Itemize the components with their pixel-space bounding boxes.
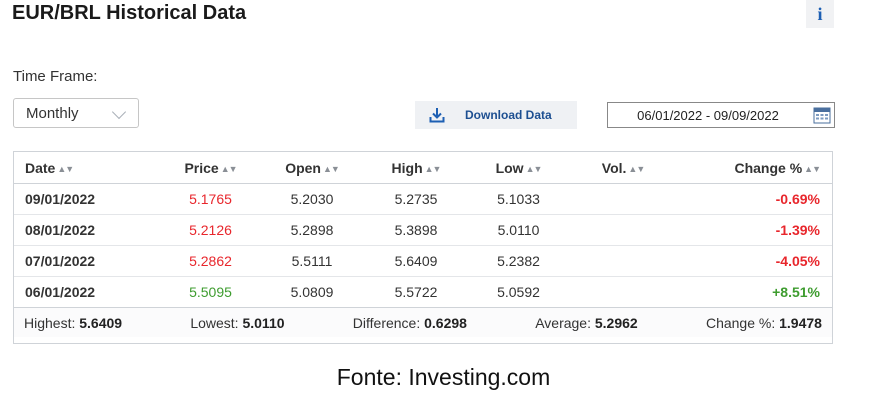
cell-low: 5.0592 [467, 276, 570, 308]
page-title: EUR/BRL Historical Data [12, 2, 247, 24]
sort-icon: ▲▼ [628, 163, 645, 174]
sort-icon: ▲▼ [525, 163, 543, 174]
table-row: 06/01/2022 5.5095 5.0809 5.5722 5.0592 +… [14, 276, 832, 308]
cell-open: 5.2030 [259, 183, 365, 215]
download-data-label: Download Data [465, 108, 552, 122]
cell-change: -4.05% [676, 245, 832, 277]
cell-high: 5.2735 [365, 183, 467, 215]
cell-vol [570, 276, 676, 308]
cell-vol [570, 245, 676, 277]
column-header-date[interactable]: Date ▲▼ [14, 152, 162, 184]
sort-icon: ▲▼ [322, 163, 340, 174]
chevron-down-icon [111, 104, 127, 120]
table-row: 09/01/2022 5.1765 5.2030 5.2735 5.1033 -… [14, 183, 832, 215]
sort-icon: ▲▼ [220, 163, 238, 174]
column-header-high[interactable]: High ▲▼ [365, 152, 467, 184]
table-row: 08/01/2022 5.2126 5.2898 5.3898 5.0110 -… [14, 214, 832, 246]
calendar-icon[interactable] [813, 106, 831, 124]
cell-price: 5.5095 [162, 276, 259, 308]
column-header-vol[interactable]: Vol. ▲▼ [570, 152, 676, 184]
cell-change: +8.51% [676, 276, 832, 308]
column-header-change[interactable]: Change % ▲▼ [676, 152, 832, 184]
download-data-button[interactable]: Download Data [415, 101, 577, 129]
summary-bar: Highest: 5.6409 Lowest: 5.0110 Differenc… [14, 308, 832, 337]
summary-lowest: Lowest: 5.0110 [190, 314, 285, 331]
source-caption: Fonte: Investing.com [336, 364, 551, 390]
cell-price: 5.2126 [162, 214, 259, 246]
cell-vol [570, 183, 676, 215]
date-range-value: 06/01/2022 - 09/09/2022 [637, 107, 779, 123]
cell-low: 5.0110 [467, 214, 570, 246]
sort-icon: ▲▼ [424, 163, 442, 174]
column-header-open[interactable]: Open ▲▼ [259, 152, 365, 184]
sort-icon: ▲▼ [804, 163, 821, 174]
cell-price: 5.1765 [162, 183, 259, 215]
historical-data-table: Date ▲▼ Price ▲▼ Open ▲▼ High ▲▼ Low ▲▼ Vol. ▲… [13, 151, 833, 344]
cell-date: 09/01/2022 [14, 183, 162, 215]
cell-open: 5.0809 [259, 276, 365, 308]
cell-low: 5.1033 [467, 183, 570, 215]
table-header-row: Date ▲▼ Price ▲▼ Open ▲▼ High ▲▼ Low ▲▼ Vol. ▲… [14, 152, 832, 184]
summary-highest: Highest: 5.6409 [24, 314, 123, 331]
cell-high: 5.6409 [365, 245, 467, 277]
timeframe-selected-value: Monthly [26, 104, 79, 122]
timeframe-select[interactable]: Monthly [13, 98, 139, 128]
column-header-low[interactable]: Low ▲▼ [467, 152, 570, 184]
cell-open: 5.2898 [259, 214, 365, 246]
date-range-picker[interactable]: 06/01/2022 - 09/09/2022 [607, 102, 835, 128]
sort-icon: ▲▼ [57, 163, 74, 174]
cell-change: -1.39% [676, 214, 832, 246]
cell-high: 5.3898 [365, 214, 467, 246]
timeframe-label: Time Frame: [13, 68, 98, 85]
summary-difference: Difference: 0.6298 [352, 314, 467, 331]
cell-date: 07/01/2022 [14, 245, 162, 277]
cell-date: 06/01/2022 [14, 276, 162, 308]
column-header-price[interactable]: Price ▲▼ [162, 152, 259, 184]
cell-high: 5.5722 [365, 276, 467, 308]
cell-price: 5.2862 [162, 245, 259, 277]
summary-change: Change %: 1.9478 [705, 314, 822, 331]
cell-date: 08/01/2022 [14, 214, 162, 246]
cell-change: -0.69% [676, 183, 832, 215]
download-icon [429, 108, 445, 123]
summary-average: Average: 5.2962 [535, 314, 638, 331]
cell-low: 5.2382 [467, 245, 570, 277]
table-row: 07/01/2022 5.2862 5.5111 5.6409 5.2382 -… [14, 245, 832, 277]
cell-open: 5.5111 [259, 245, 365, 277]
cell-vol [570, 214, 676, 246]
info-icon[interactable]: i [806, 0, 834, 28]
